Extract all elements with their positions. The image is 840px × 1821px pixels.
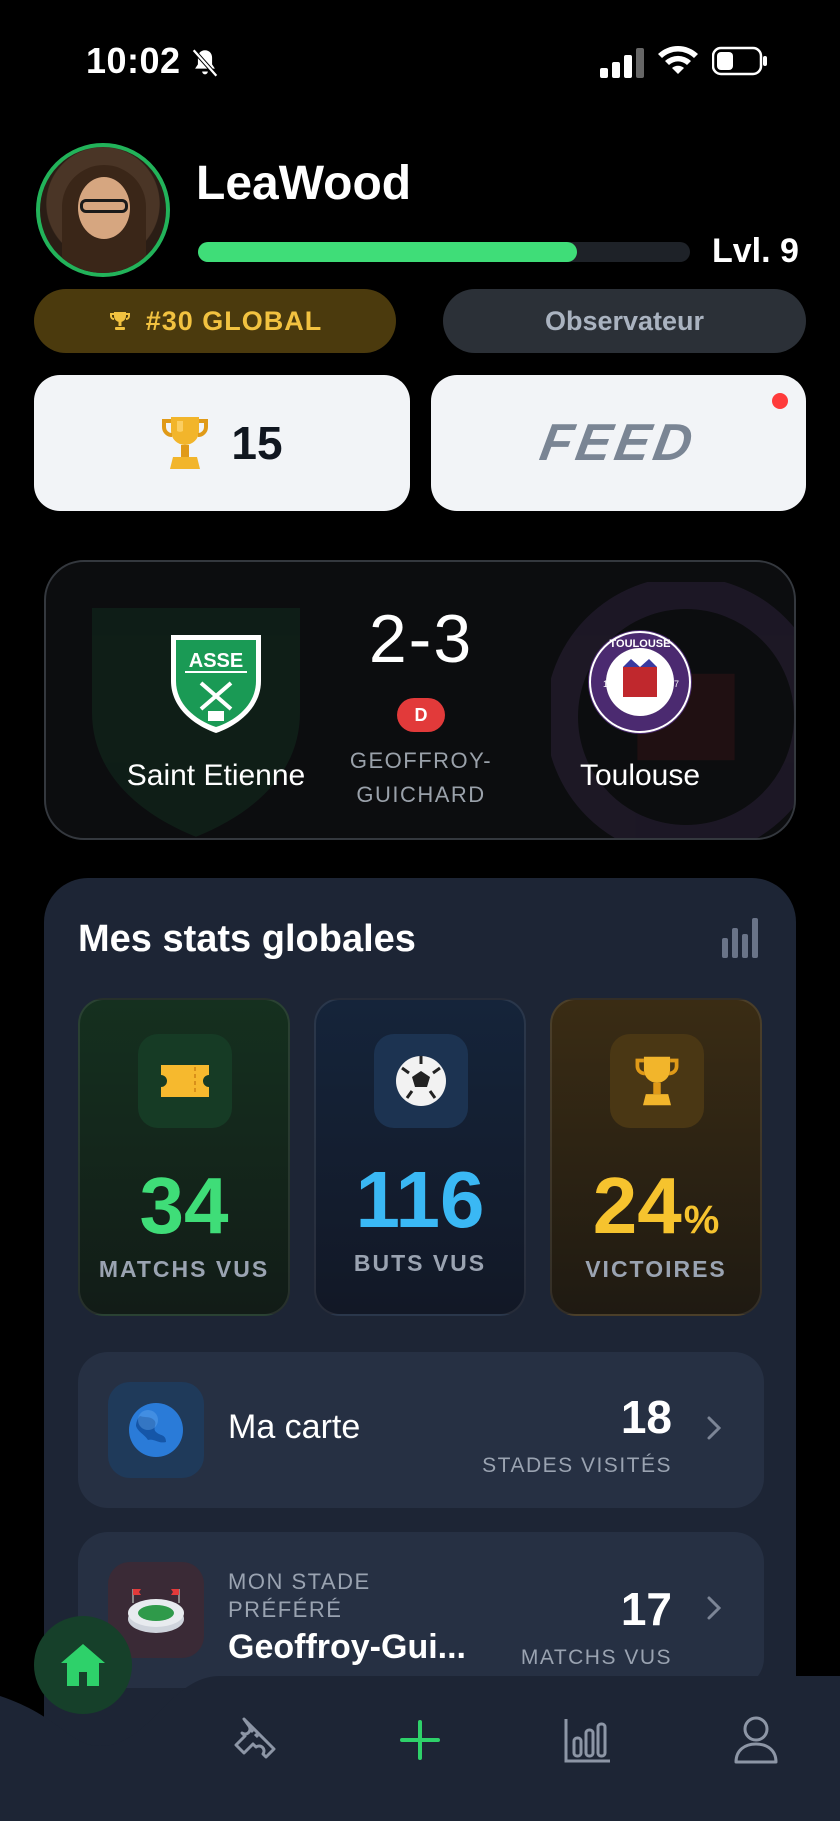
soccer-ball-icon — [396, 1056, 446, 1106]
tile-icon-background — [138, 1034, 232, 1128]
plus-icon — [400, 1720, 440, 1760]
nav-stats-button[interactable] — [558, 1712, 618, 1768]
stat-wins-label: VICTOIRES — [585, 1256, 727, 1282]
global-rank-label: #30 GLOBAL — [145, 305, 323, 336]
trophy-small-icon — [109, 312, 130, 330]
feed-notification-dot — [772, 393, 788, 409]
battery-icon — [712, 46, 767, 76]
signal-icon — [600, 48, 644, 78]
user-icon — [734, 1716, 778, 1764]
my-map-row[interactable]: Ma carte 18 STADES VISITÉS — [78, 1352, 764, 1508]
svg-text:TOULOUSE: TOULOUSE — [610, 638, 671, 650]
trophies-card[interactable]: 15 — [34, 375, 410, 511]
xp-progress-bar — [198, 242, 690, 262]
my-map-title: Ma carte — [228, 1408, 361, 1446]
role-button[interactable]: Observateur — [443, 289, 806, 353]
home-icon — [61, 1644, 105, 1686]
away-team: TOULOUSE 19 37 Toulouse — [520, 627, 760, 793]
avatar-glasses — [80, 199, 128, 213]
tile-icon-background — [610, 1034, 704, 1128]
feed-label: FEED — [536, 414, 701, 472]
trophy-icon — [635, 1056, 679, 1106]
row-icon-background — [108, 1382, 204, 1478]
bell-muted-icon — [192, 48, 218, 78]
nav-home-button[interactable] — [34, 1616, 132, 1714]
last-match-card[interactable]: ASSE Saint Etienne 2-3 D GEOFFROY-GUICHA… — [44, 560, 796, 840]
ticket-outline-icon — [234, 1717, 276, 1759]
status-bar: 10:02 — [0, 0, 840, 124]
result-badge: D — [397, 698, 445, 732]
stat-tile-wins[interactable]: 24% VICTOIRES — [550, 998, 762, 1316]
stat-matches-label: MATCHS VUS — [98, 1256, 270, 1282]
favorite-stadium-row[interactable]: MON STADE PRÉFÉRÉ Geoffroy-Gui... 17 MAT… — [78, 1532, 764, 1688]
ticket-icon — [161, 1065, 209, 1097]
away-team-name: Toulouse — [579, 759, 701, 792]
nav-profile-button[interactable] — [726, 1712, 786, 1768]
stadiums-visited-value: 18 — [620, 1391, 672, 1443]
svg-text:ASSE: ASSE — [189, 650, 243, 672]
stadium-icon — [128, 1589, 184, 1633]
stat-wins-unit: % — [683, 1198, 720, 1242]
chevron-right-icon — [707, 1416, 722, 1440]
bar-chart-icon[interactable] — [720, 914, 760, 958]
stat-tile-matches[interactable]: 34 MATCHS VUS — [78, 998, 290, 1316]
wifi-icon — [658, 46, 698, 74]
stat-goals-value: 116 — [355, 1155, 485, 1244]
chevron-right-icon — [707, 1596, 722, 1620]
stats-title: Mes stats globales — [78, 918, 416, 960]
home-team-name: Saint Etienne — [126, 759, 306, 792]
toulouse-badge-icon: TOULOUSE 19 37 — [588, 630, 692, 734]
status-time: 10:02 — [86, 40, 181, 81]
match-stadium: GEOFFROY-GUICHARD — [349, 748, 493, 807]
trophies-count: 15 — [231, 417, 283, 469]
stat-goals-label: BUTS VUS — [353, 1250, 487, 1276]
xp-progress-fill — [198, 242, 577, 262]
feed-card[interactable]: FEED — [431, 375, 806, 511]
stadiums-visited-label: STADES VISITÉS — [482, 1454, 672, 1477]
nav-add-button[interactable] — [390, 1712, 450, 1768]
saint-etienne-badge-icon: ASSE — [171, 635, 261, 733]
favorite-stadium-matches-value: 17 — [620, 1583, 672, 1635]
stat-tile-goals[interactable]: 116 BUTS VUS — [314, 998, 526, 1316]
home-team: ASSE Saint Etienne — [96, 627, 336, 793]
nav-tickets-button[interactable] — [223, 1712, 283, 1768]
level-label: Lvl. 9 — [712, 232, 799, 270]
username: LeaWood — [196, 157, 412, 210]
favorite-stadium-kicker: MON STADE PRÉFÉRÉ — [228, 1569, 371, 1622]
global-rank-button[interactable]: #30 GLOBAL — [34, 289, 396, 353]
globe-icon — [129, 1403, 183, 1457]
avatar[interactable] — [36, 143, 170, 277]
stat-wins-number: 24 — [592, 1161, 682, 1250]
svg-text:37: 37 — [669, 679, 679, 689]
svg-text:19: 19 — [603, 679, 613, 689]
trophy-icon — [162, 417, 209, 469]
stat-matches-value: 34 — [139, 1161, 229, 1250]
favorite-stadium-name: Geoffroy-Gui... — [228, 1628, 466, 1666]
stat-wins-value: 24% — [552, 1160, 760, 1252]
match-score: 2-3 — [368, 601, 474, 677]
tile-icon-background — [374, 1034, 468, 1128]
favorite-stadium-matches-label: MATCHS VUS — [520, 1646, 672, 1669]
bar-chart-outline-icon — [564, 1719, 610, 1763]
